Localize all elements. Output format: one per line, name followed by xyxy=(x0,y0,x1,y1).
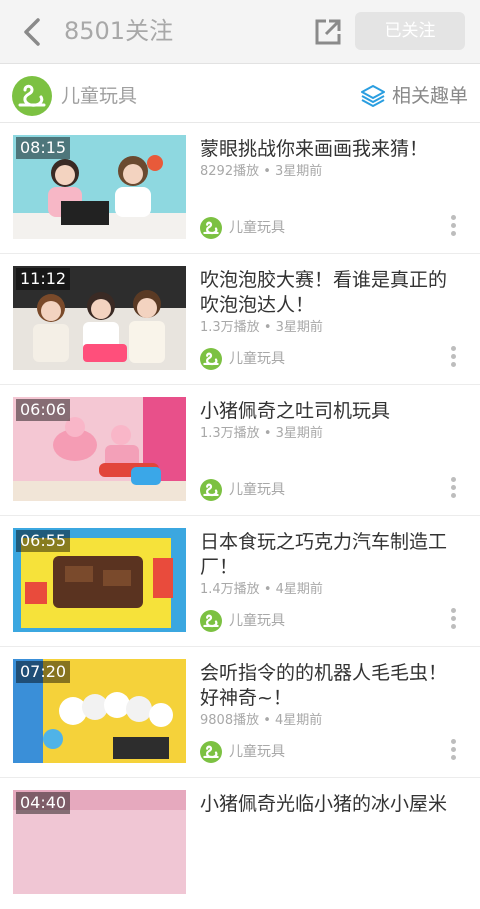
layers-icon xyxy=(361,85,385,107)
video-title[interactable]: 会听指令的的机器人毛毛虫！好神奇~！ xyxy=(200,661,465,711)
more-options-button[interactable] xyxy=(449,477,457,501)
channel-logo-icon xyxy=(203,745,219,759)
video-channel-name: 儿童玩具 xyxy=(229,744,285,760)
video-meta: 8292播放 • 3星期前 xyxy=(200,163,322,181)
related-lists-label: 相关趣单 xyxy=(392,85,469,107)
more-options-button[interactable] xyxy=(449,739,457,763)
view-count: 1.3万播放 xyxy=(200,426,260,441)
channel-avatar-small xyxy=(200,741,222,763)
channel-logo-icon xyxy=(203,221,219,235)
more-options-button[interactable] xyxy=(449,215,457,239)
page-title: 8501关注 xyxy=(64,17,174,45)
share-external-icon xyxy=(315,19,341,45)
followed-button[interactable]: 已关注 xyxy=(355,12,465,50)
published-age: 3星期前 xyxy=(275,164,323,179)
channel-avatar-small xyxy=(200,217,222,239)
video-channel-name: 儿童玩具 xyxy=(229,482,285,498)
video-meta: 9808播放 • 4星期前 xyxy=(200,712,322,730)
video-channel-name: 儿童玩具 xyxy=(229,220,285,236)
video-duration: 06:55 xyxy=(16,530,71,552)
published-age: 3星期前 xyxy=(275,426,323,441)
back-button[interactable] xyxy=(18,14,48,50)
more-dots-icon xyxy=(450,608,456,613)
channel-logo-icon xyxy=(18,84,46,107)
video-channel-name: 儿童玩具 xyxy=(229,613,285,629)
channel-avatar[interactable] xyxy=(12,76,52,116)
top-bar: 8501关注 已关注 xyxy=(0,0,480,64)
channel-avatar-small xyxy=(200,479,222,501)
video-channel-name: 儿童玩具 xyxy=(229,351,285,367)
video-title[interactable]: 蒙眼挑战你来画画我来猜！ xyxy=(200,137,465,162)
channel-logo-icon xyxy=(203,614,219,628)
more-options-button[interactable] xyxy=(449,346,457,370)
video-item[interactable]: 08:15 蒙眼挑战你来画画我来猜！ 8292播放 • 3星期前 儿童玩具 xyxy=(0,123,480,254)
view-count: 9808播放 xyxy=(200,713,260,728)
video-title[interactable]: 吹泡泡胶大赛！看谁是真正的吹泡泡达人！ xyxy=(200,268,465,318)
video-meta: 1.3万播放 • 3星期前 xyxy=(200,319,323,337)
video-meta: 1.4万播放 • 4星期前 xyxy=(200,581,323,599)
more-dots-icon xyxy=(450,215,456,220)
video-thumbnail[interactable]: 11:12 xyxy=(13,266,186,370)
published-age: 4星期前 xyxy=(275,582,323,597)
meta-separator: • xyxy=(259,713,276,728)
video-thumbnail[interactable]: 06:55 xyxy=(13,528,186,632)
channel-logo-icon xyxy=(203,483,219,497)
video-thumbnail[interactable]: 08:15 xyxy=(13,135,186,239)
video-duration: 08:15 xyxy=(16,137,71,159)
video-duration: 04:40 xyxy=(16,792,71,814)
video-thumbnail[interactable]: 07:20 xyxy=(13,659,186,763)
video-title[interactable]: 日本食玩之巧克力汽车制造工厂！ xyxy=(200,530,465,580)
more-dots-icon xyxy=(450,477,456,482)
meta-separator: • xyxy=(259,426,276,441)
video-meta: 1.3万播放 • 3星期前 xyxy=(200,425,323,443)
chevron-left-icon xyxy=(24,18,40,46)
more-dots-icon xyxy=(450,346,456,351)
video-item[interactable]: 06:55 日本食玩之巧克力汽车制造工厂！ 1.4万播放 • 4星期前 儿童玩具 xyxy=(0,516,480,647)
video-thumbnail[interactable]: 04:40 xyxy=(13,790,186,894)
channel-logo-icon xyxy=(203,352,219,366)
share-button[interactable] xyxy=(312,16,344,48)
video-item[interactable]: 11:12 吹泡泡胶大赛！看谁是真正的吹泡泡达人！ 1.3万播放 • 3星期前 … xyxy=(0,254,480,385)
video-duration: 06:06 xyxy=(16,399,71,421)
channel-name[interactable]: 儿童玩具 xyxy=(61,84,137,108)
video-duration: 11:12 xyxy=(16,268,71,290)
meta-separator: • xyxy=(259,582,276,597)
channel-bar: 儿童玩具 相关趣单 xyxy=(0,65,480,123)
view-count: 1.3万播放 xyxy=(200,320,260,335)
published-age: 4星期前 xyxy=(275,713,323,728)
channel-avatar-small xyxy=(200,348,222,370)
video-title[interactable]: 小猪佩奇光临小猪的冰小屋米 xyxy=(200,792,465,817)
video-title[interactable]: 小猪佩奇之吐司机玩具 xyxy=(200,399,465,424)
meta-separator: • xyxy=(259,164,276,179)
more-dots-icon xyxy=(450,739,456,744)
view-count: 8292播放 xyxy=(200,164,260,179)
view-count: 1.4万播放 xyxy=(200,582,260,597)
published-age: 3星期前 xyxy=(275,320,323,335)
video-thumbnail[interactable]: 06:06 xyxy=(13,397,186,501)
video-item[interactable]: 04:40 小猪佩奇光临小猪的冰小屋米 xyxy=(0,778,480,909)
more-options-button[interactable] xyxy=(449,608,457,632)
video-item[interactable]: 06:06 小猪佩奇之吐司机玩具 1.3万播放 • 3星期前 儿童玩具 xyxy=(0,385,480,516)
video-item[interactable]: 07:20 会听指令的的机器人毛毛虫！好神奇~！ 9808播放 • 4星期前 儿… xyxy=(0,647,480,778)
channel-avatar-small xyxy=(200,610,222,632)
video-duration: 07:20 xyxy=(16,661,71,683)
meta-separator: • xyxy=(259,320,276,335)
